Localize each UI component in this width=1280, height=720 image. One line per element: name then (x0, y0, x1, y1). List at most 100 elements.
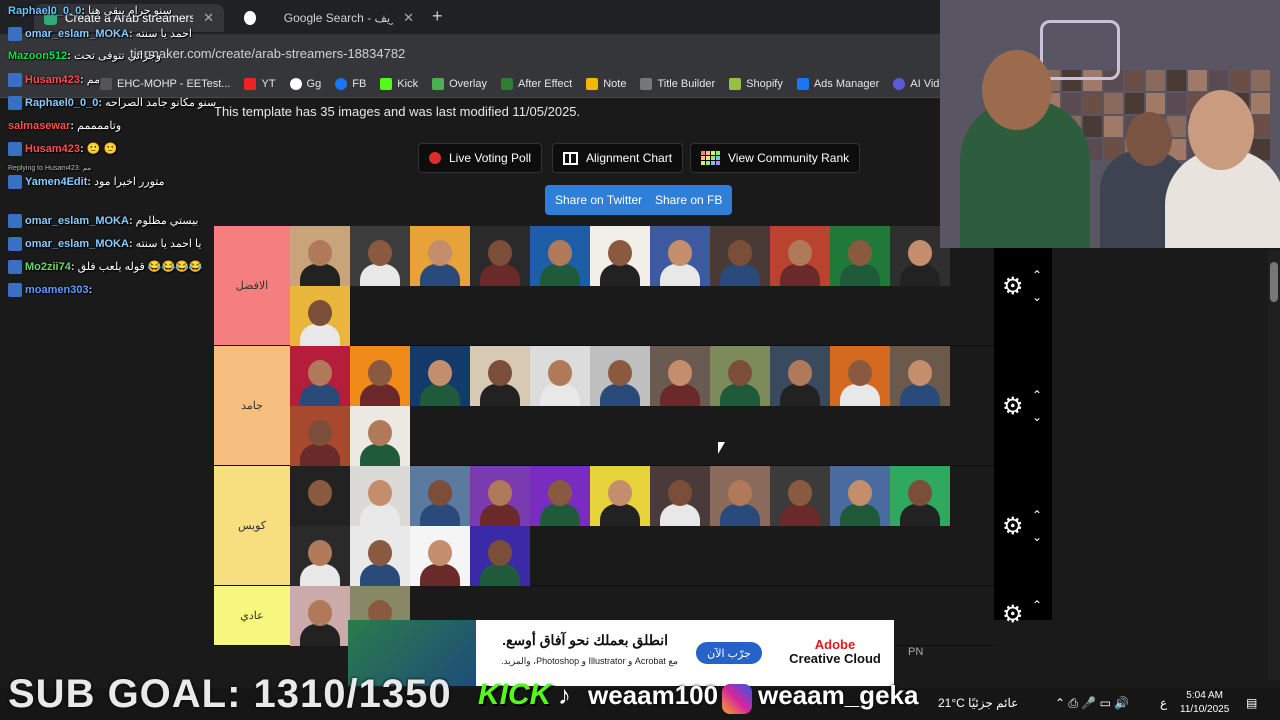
chevron-up-icon[interactable]: ⌃ (1032, 268, 1042, 282)
chat-username[interactable]: omar_eslam_MOKA (25, 238, 129, 250)
streamer-image[interactable] (470, 526, 530, 586)
alignment-chart-button[interactable]: Alignment Chart (552, 143, 684, 173)
chat-username[interactable]: salmasewar (8, 120, 70, 132)
streamer-image[interactable] (530, 466, 590, 526)
streamer-image[interactable] (410, 226, 470, 286)
bookmark-after-effect[interactable]: After Effect (500, 77, 572, 90)
streamer-image[interactable] (830, 346, 890, 406)
bookmark-title-builder[interactable]: Title Builder (640, 77, 715, 90)
gear-icon[interactable]: ⚙ (1002, 392, 1024, 421)
chat-username[interactable]: omar_eslam_MOKA (25, 28, 129, 40)
streamer-image[interactable] (350, 526, 410, 586)
streamer-image[interactable] (650, 226, 710, 286)
community-rank-button[interactable]: View Community Rank (690, 143, 861, 173)
gear-icon[interactable]: ⚙ (1002, 512, 1024, 541)
chat-text: سنو مكانو جامد الصراحه (105, 97, 217, 109)
streamer-image[interactable] (290, 466, 350, 526)
ad-cta-button[interactable]: جرّب الآن (696, 642, 762, 664)
bookmark-yt[interactable]: YT (244, 77, 276, 90)
tier-label[interactable]: عادي (214, 586, 290, 645)
streamer-image[interactable] (290, 286, 350, 346)
streamer-image[interactable] (410, 346, 470, 406)
streamer-image[interactable] (470, 466, 530, 526)
chat-username[interactable]: Husam423 (25, 143, 80, 155)
page-scrollbar[interactable] (1268, 250, 1280, 680)
chat-username[interactable]: Raphael0_0_0 (25, 97, 98, 109)
tier-label[interactable]: الافضل (214, 226, 290, 345)
chevron-down-icon[interactable]: ⌄ (1032, 530, 1042, 544)
streamer-image[interactable] (290, 346, 350, 406)
chat-username[interactable]: Mo2zii74 (25, 261, 71, 273)
chevron-down-icon[interactable]: ⌄ (1032, 410, 1042, 424)
streamer-image[interactable] (890, 346, 950, 406)
streamer-image[interactable] (290, 226, 350, 286)
share-facebook-button[interactable]: Share on FB (645, 185, 733, 215)
chevron-down-icon[interactable]: ⌄ (1032, 290, 1042, 304)
streamer-image[interactable] (650, 346, 710, 406)
streamer-image[interactable] (830, 466, 890, 526)
streamer-image[interactable] (470, 346, 530, 406)
input-language[interactable]: ع (1160, 696, 1167, 710)
wall-photo (1167, 93, 1186, 114)
chat-username[interactable]: omar_eslam_MOKA (25, 215, 129, 227)
streamer-image[interactable] (290, 406, 350, 466)
chat-username[interactable]: Husam423 (25, 74, 80, 86)
scrollbar-thumb[interactable] (1270, 262, 1278, 302)
gear-icon[interactable]: ⚙ (1002, 272, 1024, 301)
streamer-image[interactable] (470, 226, 530, 286)
close-tab-icon[interactable]: ✕ (403, 10, 414, 26)
streamer-image[interactable] (890, 466, 950, 526)
chat-username[interactable]: Mazoon512 (8, 50, 67, 62)
share-twitter-button[interactable]: Share on Twitter (545, 185, 653, 215)
bookmark-fb[interactable]: FB (335, 77, 366, 90)
chat-text: مم (86, 74, 100, 86)
bookmark-gg[interactable]: Gg (289, 77, 321, 90)
bookmark-shopify[interactable]: Shopify (729, 77, 783, 90)
streamer-image[interactable] (290, 586, 350, 646)
streamer-image[interactable] (350, 226, 410, 286)
bookmark-ai-video[interactable]: AI Video (893, 77, 940, 90)
new-tab-icon[interactable]: + (432, 6, 443, 27)
chevron-up-icon[interactable]: ⌃ (1032, 508, 1042, 522)
weather-widget[interactable]: 21°C عائم جزئيًا (938, 696, 1018, 710)
tier-label[interactable]: جامد (214, 346, 290, 465)
streamer-image[interactable] (590, 346, 650, 406)
streamer-image[interactable] (830, 226, 890, 286)
streamer-image[interactable] (710, 346, 770, 406)
tab-google[interactable]: Google Search - عمرو شريف ✕ (234, 4, 424, 32)
live-voting-poll-button[interactable]: Live Voting Poll (418, 143, 543, 173)
bookmark-kick[interactable]: Kick (380, 77, 418, 90)
streamer-image[interactable] (350, 466, 410, 526)
chat-username[interactable]: Yamen4Edit (25, 176, 87, 188)
bookmark-note[interactable]: Note (586, 77, 626, 90)
bookmark-overlay[interactable]: Overlay (432, 77, 487, 90)
tier-label[interactable]: كويس (214, 466, 290, 585)
streamer-image[interactable] (350, 406, 410, 466)
streamer-image[interactable] (770, 466, 830, 526)
chat-username[interactable]: moamen303 (25, 284, 89, 296)
streamer-image[interactable] (410, 526, 470, 586)
taskbar-clock[interactable]: 5:04 AM 11/10/2025 (1180, 689, 1229, 717)
portrait-head (548, 360, 572, 386)
streamer-image[interactable] (710, 466, 770, 526)
streamer-image[interactable] (410, 466, 470, 526)
chevron-up-icon[interactable]: ⌃ (1032, 598, 1042, 612)
streamer-image[interactable] (590, 226, 650, 286)
streamer-image[interactable] (650, 466, 710, 526)
gear-icon[interactable]: ⚙ (1002, 600, 1024, 629)
chevron-up-icon[interactable]: ⌃ (1032, 388, 1042, 402)
streamer-image[interactable] (770, 346, 830, 406)
streamer-image[interactable] (770, 226, 830, 286)
notification-icon[interactable]: ▤ (1246, 696, 1257, 710)
streamer-image[interactable] (530, 226, 590, 286)
tray-icons[interactable]: ⌃ ⎙ 🎤 ▭ 🔊 (1055, 696, 1129, 711)
streamer-image[interactable] (350, 346, 410, 406)
instagram-icon (722, 684, 752, 714)
streamer-image[interactable] (530, 346, 590, 406)
person-left-head (982, 50, 1052, 130)
streamer-image[interactable] (290, 526, 350, 586)
streamer-image[interactable] (590, 466, 650, 526)
bookmark-ads-manager[interactable]: Ads Manager (796, 77, 879, 90)
chat-username[interactable]: Raphael0_0_0 (8, 5, 81, 17)
streamer-image[interactable] (710, 226, 770, 286)
